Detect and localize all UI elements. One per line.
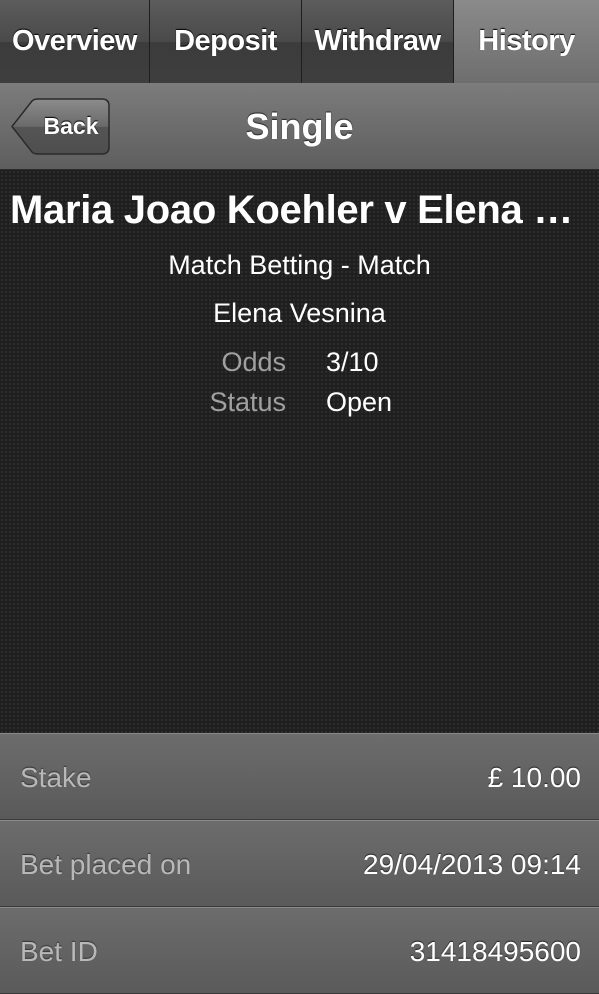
tab-history[interactable]: History [454,0,599,83]
tab-withdraw[interactable]: Withdraw [302,0,454,83]
market-name: Match Betting - Match [168,250,431,280]
tab-deposit[interactable]: Deposit [150,0,302,83]
tab-bar: Overview Deposit Withdraw History [0,0,599,83]
stake-value: £ 10.00 [487,761,581,793]
detail-row-bet-id: Bet ID 31418495600 [0,907,599,994]
bet-id-label: Bet ID [20,935,98,967]
navigation-bar: Back Single [0,83,599,170]
bet-summary-panel: Maria Joao Koehler v Elena Vesnina Match… [0,170,599,733]
detail-row-bet-placed: Bet placed on 29/04/2013 09:14 [0,820,599,907]
selection-name: Elena Vesnina [213,298,386,328]
status-label: Status [209,387,286,417]
back-button-label: Back [43,113,99,139]
detail-row-stake: Stake £ 10.00 [0,733,599,820]
page-title: Single [245,105,354,147]
bet-placed-value: 29/04/2013 09:14 [363,848,581,880]
bet-placed-label: Bet placed on [20,848,192,880]
odds-label: Odds [221,347,286,377]
stake-label: Stake [20,761,92,793]
event-title: Maria Joao Koehler v Elena Vesnina [10,188,589,232]
bet-details-list: Stake £ 10.00 Bet placed on 29/04/2013 0… [0,733,599,994]
back-button[interactable]: Back [10,98,110,155]
odds-value: 3/10 [326,347,379,377]
status-value: Open [326,387,393,417]
tab-overview[interactable]: Overview [0,0,150,83]
bet-id-value: 31418495600 [409,935,581,967]
